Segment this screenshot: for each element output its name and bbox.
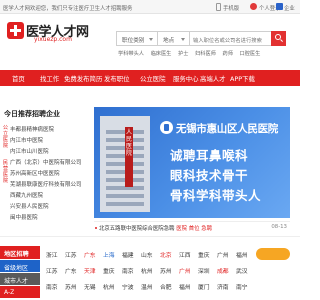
employer-link[interactable]: 广西（北京）中医院有限公司 xyxy=(10,158,82,166)
recommended-employers-title: 今日推荐招聘企业 xyxy=(4,110,60,118)
region-link[interactable]: 山东 xyxy=(141,250,153,259)
region-link[interactable]: 浙江 xyxy=(46,250,58,259)
region-link[interactable]: 宁波 xyxy=(122,282,134,291)
region-link[interactable]: 苏州 xyxy=(160,266,172,275)
banner-line: 诚聘耳鼻喉科 xyxy=(170,148,249,163)
employer-link[interactable]: 芜湖县联康医疗科技有限公司 xyxy=(10,180,82,188)
region-link[interactable]: 合肥 xyxy=(160,282,172,291)
region-link[interactable]: 广州 xyxy=(179,266,191,275)
job-category-label: 职位类别 xyxy=(122,38,145,44)
employer-link[interactable]: 西藏九州医院 xyxy=(10,191,43,199)
region-link[interactable]: 重庆 xyxy=(198,250,210,259)
ticker-recommend-tag: 医院 首位 xyxy=(176,226,200,232)
nav-item-senior-talent[interactable]: 高端人才 xyxy=(200,74,226,83)
location-label: 地点 xyxy=(163,38,175,44)
hot-keyword[interactable]: 护士 xyxy=(178,51,188,57)
logo-cross-icon[interactable] xyxy=(7,22,24,39)
private-hospital-tag: 民营医院 xyxy=(2,160,9,184)
region-link[interactable]: 福建 xyxy=(122,250,134,259)
hot-keyword[interactable]: 临床医生 xyxy=(151,51,172,57)
employer-link[interactable]: 内江市中医院 xyxy=(10,136,43,144)
hot-keyword[interactable]: 妇科医师 xyxy=(195,51,216,57)
phone-icon xyxy=(216,3,221,11)
search-button[interactable] xyxy=(271,31,286,46)
nav-item-post-job[interactable]: 发布职位 xyxy=(104,74,130,83)
nav-item-public-hospitals[interactable]: 公立医院 xyxy=(140,74,166,83)
search-input[interactable] xyxy=(189,31,272,46)
banner-line: 眼科技术骨干 xyxy=(170,168,249,183)
region-link[interactable]: 广东 xyxy=(84,250,96,259)
region-link[interactable]: 苏州 xyxy=(65,282,77,291)
welcome-text: 医学人才网欢迎您，我们只专注医疗卫生人才招聘服务 xyxy=(3,6,133,12)
region-link[interactable]: 天津 xyxy=(84,266,96,275)
employer-link[interactable]: 闽中县医院 xyxy=(10,213,38,221)
hospital-logo-icon xyxy=(160,121,173,134)
region-link[interactable]: 江苏 xyxy=(46,266,58,275)
region-link[interactable]: 无锡 xyxy=(84,282,96,291)
region-link[interactable]: 深圳 xyxy=(198,266,210,275)
employer-login-link[interactable]: 企业 xyxy=(284,4,295,12)
hot-keyword[interactable]: 口腔医生 xyxy=(240,51,261,57)
job-category-select[interactable]: 职位类别 xyxy=(116,31,158,46)
location-select[interactable]: 地点 xyxy=(157,31,190,46)
region-link[interactable]: 江西 xyxy=(179,250,191,259)
region-link[interactable]: 上海 xyxy=(103,250,115,259)
hospital-banner[interactable]: 人民医院 无锡市惠山区人民医院 诚聘耳鼻喉科 眼科技术骨干 骨科学科带头人 xyxy=(94,107,290,218)
region-tab-az[interactable]: A-Z xyxy=(0,286,40,298)
employer-link[interactable]: 兴安县人民医院 xyxy=(10,202,49,210)
region-link[interactable]: 广东 xyxy=(65,266,77,275)
banner-hospital-name: 无锡市惠山区人民医院 xyxy=(176,123,278,135)
banner-line: 骨科学科带头人 xyxy=(170,188,262,203)
region-link[interactable]: 江苏 xyxy=(65,250,77,259)
public-hospital-tag: 公立医院 xyxy=(2,125,9,149)
recommended-employers-panel xyxy=(0,100,80,255)
bullet-icon xyxy=(95,227,97,229)
region-highlight-badge xyxy=(256,248,290,260)
employer-link[interactable]: 苏州高新区中医医院 xyxy=(10,169,60,177)
region-link[interactable]: 南京 xyxy=(122,266,134,275)
top-bar: 医学人才网欢迎您，我们只专注医疗卫生人才招聘服务 手机版 个人登录 企业 xyxy=(0,0,300,14)
region-link[interactable]: 南宁 xyxy=(236,282,248,291)
region-jobs-title: 地区招聘 xyxy=(0,246,40,259)
hot-keyword[interactable]: 药师 xyxy=(223,51,233,57)
ticker-hire-tag: 急聘 xyxy=(201,226,212,232)
region-tab-city[interactable]: 城市人才 xyxy=(0,273,40,285)
nav-item-app-download[interactable]: APP下载 xyxy=(230,74,255,83)
region-link[interactable]: 南京 xyxy=(46,282,58,291)
employer-link[interactable]: 丰都县精神病医院 xyxy=(10,125,54,133)
chevron-down-icon xyxy=(181,38,185,41)
nav-item-find-job[interactable]: 找工作 xyxy=(40,74,59,83)
hospital-sign: 人民医院 xyxy=(125,127,133,187)
employer-icon xyxy=(276,3,283,10)
employer-link[interactable]: 内江市山川医院 xyxy=(10,147,49,155)
region-link[interactable]: 杭州 xyxy=(103,282,115,291)
mobile-version-link[interactable]: 手机版 xyxy=(223,4,239,12)
site-domain: yixuezp.com xyxy=(34,36,72,43)
region-link[interactable]: 北京 xyxy=(160,250,172,259)
chevron-down-icon xyxy=(149,38,153,41)
ticker-item[interactable]: 北京五路联中医院综合医院急聘 医院 首位 急聘 xyxy=(99,224,212,232)
region-link[interactable]: 成都 xyxy=(217,266,229,275)
region-link[interactable]: 温州 xyxy=(141,282,153,291)
news-ticker: 北京五路联中医院综合医院急聘 医院 首位 急聘 08-13 xyxy=(94,221,290,233)
user-icon xyxy=(250,3,257,10)
region-link[interactable]: 广州 xyxy=(217,250,229,259)
region-link[interactable]: 济南 xyxy=(217,282,229,291)
region-link[interactable]: 福州 xyxy=(179,282,191,291)
region-link[interactable]: 厦门 xyxy=(198,282,210,291)
region-link[interactable]: 重庆 xyxy=(103,266,115,275)
nav-item-home[interactable]: 首页 xyxy=(12,74,25,83)
region-link[interactable]: 福州 xyxy=(236,250,248,259)
hot-keyword[interactable]: 学科带头人 xyxy=(118,51,144,57)
region-link[interactable]: 武汉 xyxy=(236,266,248,275)
search-bar: 职位类别 地点 xyxy=(116,31,286,46)
main-nav: 首页 找工作 免费发布简历 发布职位 公立医院 服务中心 高端人才 APP下载 xyxy=(0,70,300,86)
ticker-date: 08-13 xyxy=(271,224,287,230)
region-link[interactable]: 杭州 xyxy=(141,266,153,275)
region-tab-province[interactable]: 省级地区 xyxy=(0,260,40,272)
hot-keywords: 学科带头人 临床医生 护士 妇科医师 药师 口腔医生 xyxy=(118,50,265,57)
ticker-text: 北京五路联中医院综合医院急聘 xyxy=(99,226,175,232)
nav-item-service-center[interactable]: 服务中心 xyxy=(173,74,199,83)
nav-item-post-resume[interactable]: 免费发布简历 xyxy=(64,74,102,83)
